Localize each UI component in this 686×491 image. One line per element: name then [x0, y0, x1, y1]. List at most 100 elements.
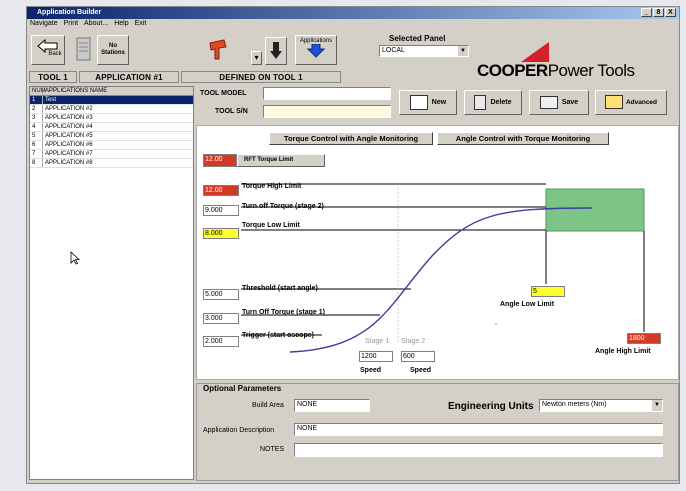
maximize-button[interactable]: 8 [653, 8, 664, 17]
list-item-name: APPLICATION #6 [45, 142, 93, 148]
stage2-speed-field[interactable]: 600 [401, 351, 435, 362]
torque-angle-graph [241, 183, 645, 353]
turnoff2-value[interactable]: 9.000 [203, 205, 239, 216]
turnoff1-value[interactable]: 3.000 [203, 313, 239, 324]
delete-button-label: Delete [490, 99, 512, 106]
angle-high-value[interactable]: 1800 [627, 333, 661, 344]
no-stations-label: No Stations [101, 43, 125, 56]
list-item-num: 1 [30, 96, 43, 104]
tool-model-field[interactable] [263, 87, 391, 100]
selected-panel-select[interactable]: LOCAL ▼ [379, 45, 469, 57]
close-button[interactable]: X [665, 8, 676, 17]
status-tool: TOOL 1 [29, 71, 77, 83]
list-item-num: 3 [30, 114, 43, 122]
advanced-button-label: Advanced [625, 99, 658, 106]
download-button[interactable] [265, 37, 287, 65]
list-item-name: APPLICATION #3 [45, 115, 93, 121]
list-item[interactable]: 1 Test [30, 96, 193, 105]
turnoff2-label: Turn off Torque (stage 2) [242, 203, 324, 210]
blue-down-arrow-icon [306, 43, 326, 58]
engineering-units-label: Engineering Units [448, 401, 534, 412]
notes-field[interactable] [294, 443, 663, 457]
list-header-num: NUM [32, 87, 46, 95]
tool-model-label: TOOL MODEL [200, 90, 247, 97]
delete-button[interactable]: Delete [464, 90, 522, 115]
save-button-label: Save [561, 99, 579, 106]
engineering-units-value: Newton meters (Nm) [542, 401, 607, 408]
no-stations-button[interactable]: No Stations [97, 35, 129, 65]
menu-navigate[interactable]: Navigate [30, 19, 58, 29]
select-arrow-icon: ▼ [652, 400, 662, 411]
angle-high-label: Angle High Limit [595, 348, 651, 355]
list-item[interactable]: 7 APPLICATION #7 [30, 150, 193, 159]
list-item-num: 6 [30, 141, 43, 149]
applications-button[interactable]: Applications [295, 35, 337, 65]
list-item-name: APPLICATION #4 [45, 124, 93, 130]
advanced-icon [604, 95, 623, 110]
menu-exit[interactable]: Exit [135, 19, 147, 29]
acceptance-window [545, 188, 645, 232]
minimize-button[interactable]: _ [641, 8, 652, 17]
tool-dropdown-button[interactable]: ▾ [251, 51, 262, 65]
build-area-label: Build Area [252, 402, 284, 409]
list-item[interactable]: 3 APPLICATION #3 [30, 114, 193, 123]
trigger-value[interactable]: 2.000 [203, 336, 239, 347]
application-description-field[interactable]: NONE [294, 423, 663, 436]
optional-parameters-group: Optional Parameters Build Area NONE Engi… [196, 383, 679, 481]
angle-low-value[interactable]: 5 [531, 286, 565, 297]
list-item[interactable]: 8 APPLICATION #8 [30, 159, 193, 168]
angle-low-label: Angle Low Limit [500, 301, 555, 308]
new-file-icon [409, 94, 428, 110]
new-button[interactable]: New [399, 90, 457, 115]
advanced-button[interactable]: Advanced [595, 90, 667, 115]
stage1-label: Stage 1 [365, 338, 390, 345]
threshold-label: Threshold (start angle) [242, 285, 318, 292]
save-icon [539, 95, 558, 109]
list-item[interactable]: 5 APPLICATION #5 [30, 132, 193, 141]
cooper-logo-icon [521, 42, 549, 62]
torque-high-value[interactable]: 12.00 [203, 185, 239, 196]
list-item[interactable]: 2 APPLICATION #2 [30, 105, 193, 114]
down-arrow-icon [270, 42, 282, 59]
stage1-speed-label: Speed [360, 367, 382, 374]
list-item-name: Test [45, 97, 57, 103]
selected-panel-label: Selected Panel [389, 34, 446, 43]
list-header-name: APPLICATIONS NAME [45, 88, 108, 94]
build-area-field[interactable]: NONE [294, 399, 370, 412]
brand-logo: COOPERPower Tools [477, 61, 635, 81]
list-item-num: 5 [30, 132, 43, 140]
tool-serial-label: TOOL S/N [215, 108, 248, 115]
save-button[interactable]: Save [529, 90, 589, 115]
menu-about[interactable]: About... [84, 19, 108, 29]
stage1-speed-field[interactable]: 1200 [359, 351, 393, 362]
torque-settings-panel: Torque Control with Angle Monitoring Ang… [196, 125, 679, 380]
brand-name-bold: COOPER [477, 61, 548, 80]
engineering-units-select[interactable]: Newton meters (Nm) ▼ [539, 399, 663, 412]
list-item[interactable]: 4 APPLICATION #4 [30, 123, 193, 132]
list-item-num: 2 [30, 105, 43, 113]
status-application: APPLICATION #1 [79, 71, 179, 83]
tool-serial-field[interactable] [263, 105, 391, 118]
list-item-name: APPLICATION #2 [45, 106, 93, 112]
trigger-label: Trigger (start oscope) [242, 332, 314, 339]
stage2-speed-label: Speed [410, 367, 432, 374]
list-item-name: APPLICATION #7 [45, 151, 93, 157]
menu-help[interactable]: Help [114, 19, 128, 29]
back-button[interactable]: Back [31, 35, 65, 65]
menu-bar: Navigate Print About... Help Exit [27, 19, 679, 29]
brand-name-light: Power Tools [547, 61, 635, 80]
application-list: NUM APPLICATIONS NAME 1 Test 2 APPLICATION… [29, 86, 194, 480]
application-description-label: Application Description [203, 427, 275, 434]
menu-print[interactable]: Print [64, 19, 78, 29]
torque-low-value[interactable]: 8.000 [203, 228, 239, 239]
torque-high-label: Torque High Limit [242, 183, 302, 190]
selected-panel-value: LOCAL [382, 47, 405, 54]
notes-label: NOTES [260, 446, 285, 453]
mouse-cursor-icon [70, 251, 80, 265]
application-window: Application Builder _ 8 X Navigate Print… [26, 6, 680, 484]
list-item-num: 7 [30, 150, 43, 158]
optional-parameters-title: Optional Parameters [203, 384, 282, 393]
list-item[interactable]: 6 APPLICATION #6 [30, 141, 193, 150]
status-defined: DEFINED ON TOOL 1 [181, 71, 341, 83]
threshold-value[interactable]: 5.000 [203, 289, 239, 300]
